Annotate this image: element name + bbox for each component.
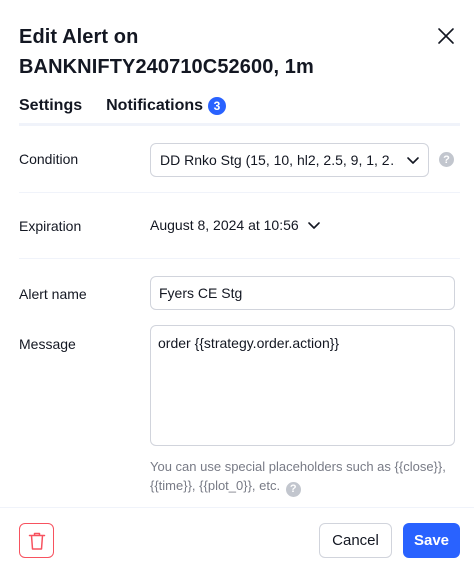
tabs-underline-track xyxy=(19,123,460,126)
placeholder-hint: You can use special placeholders such as… xyxy=(150,457,455,497)
tab-notifications-label: Notifications xyxy=(106,97,204,114)
question-icon[interactable]: ? xyxy=(439,152,454,167)
notifications-count-badge: 3 xyxy=(208,97,227,115)
message-textarea[interactable]: order {{strategy.order.action}} xyxy=(150,325,455,446)
message-label: Message xyxy=(19,336,76,352)
divider xyxy=(19,192,460,193)
condition-label: Condition xyxy=(19,151,79,167)
dialog-header: Edit Alert on BANKNIFTY240710C52600, 1m xyxy=(19,22,399,82)
condition-select[interactable]: DD Rnko Stg (15, 10, hl2, 2.5, 9, 1, 2… xyxy=(150,143,429,177)
expiration-picker[interactable]: August 8, 2024 at 10:56 xyxy=(150,217,321,233)
tab-bar: Settings Notifications 3 xyxy=(19,94,227,126)
divider xyxy=(19,258,460,259)
cancel-button[interactable]: Cancel xyxy=(319,523,392,558)
tab-notifications[interactable]: Notifications 3 xyxy=(106,94,227,126)
dialog-title: Edit Alert on BANKNIFTY240710C52600, 1m xyxy=(19,26,314,78)
save-button[interactable]: Save xyxy=(403,523,460,558)
condition-value: DD Rnko Stg (15, 10, hl2, 2.5, 9, 1, 2… xyxy=(160,152,396,168)
close-icon xyxy=(438,28,454,44)
chevron-down-icon xyxy=(407,157,419,164)
question-icon[interactable]: ? xyxy=(285,482,301,497)
trash-icon xyxy=(28,532,45,550)
tab-settings[interactable]: Settings xyxy=(19,94,83,126)
alert-name-input[interactable] xyxy=(150,276,455,310)
alert-name-label: Alert name xyxy=(19,286,87,302)
close-button[interactable] xyxy=(430,20,462,52)
chevron-down-icon xyxy=(307,222,320,229)
footer-divider xyxy=(0,507,474,508)
delete-alert-button[interactable] xyxy=(19,523,54,558)
expiration-label: Expiration xyxy=(19,218,82,234)
tab-settings-label: Settings xyxy=(19,97,83,114)
expiration-value: August 8, 2024 at 10:56 xyxy=(150,217,299,233)
